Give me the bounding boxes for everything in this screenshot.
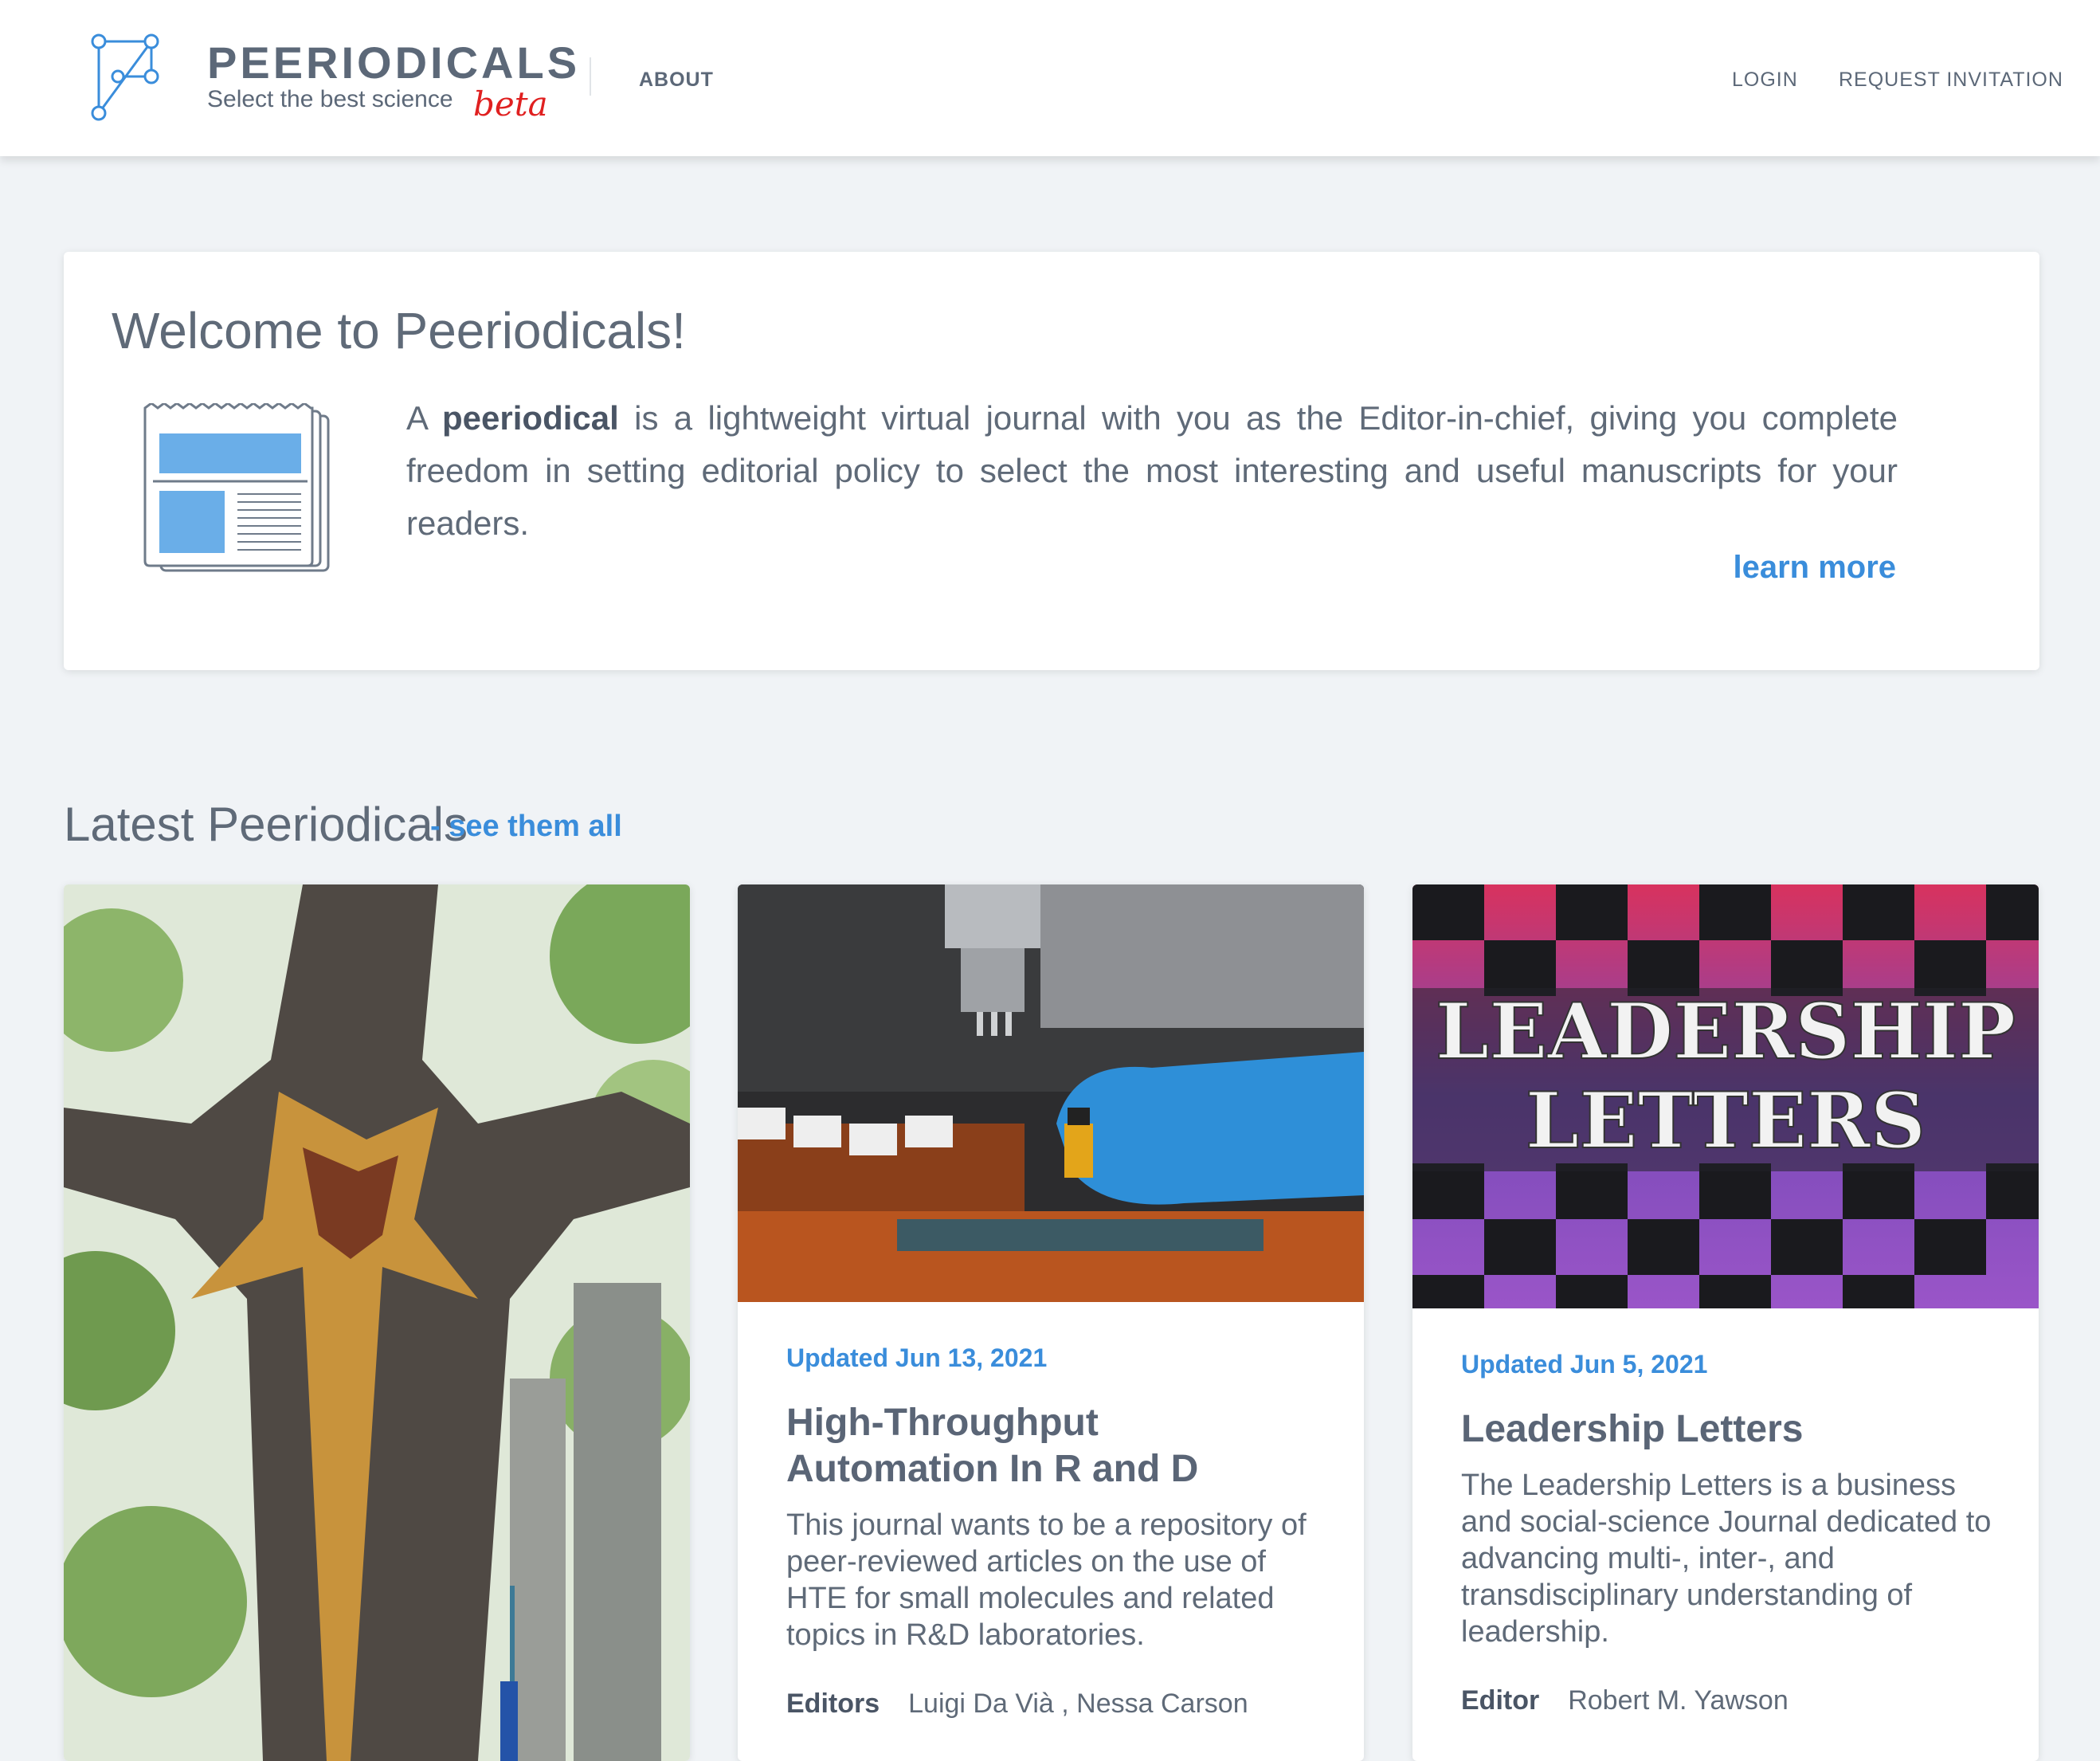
- lab-automation-photo[interactable]: [738, 884, 1364, 1302]
- beta-badge: beta: [473, 84, 548, 124]
- network-graph-logo-icon[interactable]: [89, 24, 166, 127]
- peeriodical-card[interactable]: Updated Jun 13, 2021 High-Throughput Aut…: [738, 884, 1364, 1761]
- card-title[interactable]: High-Throughput Automation In R and D: [786, 1400, 1319, 1492]
- welcome-title: Welcome to Peeriodicals!: [112, 302, 686, 359]
- newspaper-icon: [143, 403, 330, 572]
- peeriodical-card[interactable]: LEADERSHIP LETTERS Updated Jun 5, 2021 L…: [1412, 884, 2039, 1761]
- editors-label: Editor: [1461, 1685, 1540, 1716]
- card-title[interactable]: Leadership Letters: [1461, 1406, 1994, 1453]
- nav-request-invitation-link[interactable]: REQUEST INVITATION: [1839, 69, 2063, 92]
- editors-names[interactable]: Robert M. Yawson: [1568, 1685, 1789, 1716]
- nav-login-link[interactable]: LOGIN: [1732, 69, 1798, 92]
- banner-text-line1: LEADERSHIP: [1436, 986, 2016, 1077]
- card-body: Updated Jun 13, 2021 High-Throughput Aut…: [786, 1343, 1319, 1720]
- card-updated-date: Updated Jun 13, 2021: [786, 1343, 1048, 1372]
- welcome-panel: Welcome to Peeriodicals! A peeriodical i…: [64, 252, 2039, 670]
- welcome-description: A peeriodical is a lightweight virtual j…: [406, 392, 1898, 550]
- card-updated-date: Updated Jun 5, 2021: [1461, 1350, 1708, 1379]
- welcome-text-rest: is a lightweight virtual journal with yo…: [406, 399, 1898, 542]
- card-body: Updated Jun 5, 2021 Leadership Letters T…: [1461, 1350, 1994, 1716]
- latest-peeriodicals-heading: Latest Peeriodicals: [64, 798, 468, 851]
- learn-more-link[interactable]: learn more: [1733, 550, 1896, 586]
- card-editors: Editors Luigi Da Vià , Nessa Carson: [786, 1688, 1319, 1720]
- header-divider: [590, 57, 591, 96]
- editors-names[interactable]: Luigi Da Vià , Nessa Carson: [908, 1688, 1248, 1719]
- card-description: The Leadership Letters is a business and…: [1461, 1469, 1992, 1649]
- brand-name[interactable]: PEERIODICALS: [207, 37, 580, 88]
- welcome-text-keyword: peeriodical: [442, 399, 619, 437]
- nav-about-link[interactable]: ABOUT: [639, 69, 714, 92]
- split-tree-trunk-photo[interactable]: [64, 884, 690, 1761]
- leadership-letters-puzzle-banner[interactable]: LEADERSHIP LETTERS: [1412, 884, 2039, 1308]
- peeriodical-card[interactable]: [64, 884, 690, 1761]
- banner-text-line2: LETTERS: [1526, 1076, 1926, 1166]
- brand-tagline: Select the best science: [207, 86, 453, 112]
- welcome-text-prefix: A: [406, 399, 427, 437]
- see-them-all-link[interactable]: - see them all: [430, 810, 622, 844]
- card-description: This journal wants to be a repository of…: [786, 1508, 1307, 1652]
- editors-label: Editors: [786, 1688, 880, 1719]
- top-navbar: PEERIODICALS Select the best science bet…: [0, 0, 2100, 156]
- card-editors: Editor Robert M. Yawson: [1461, 1685, 1994, 1716]
